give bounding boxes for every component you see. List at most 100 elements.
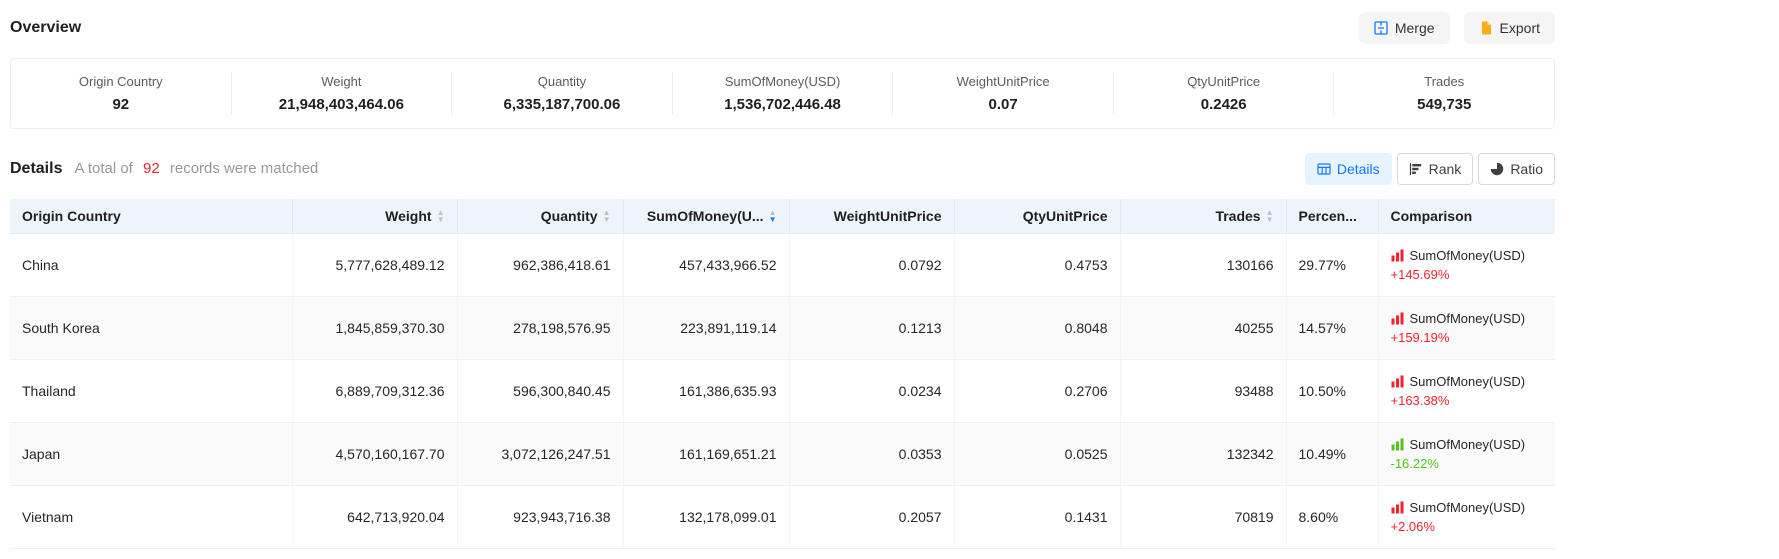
cell-trades: 40255: [1120, 297, 1286, 360]
cell-origin-country: China: [10, 234, 292, 297]
column-label: Trades: [1215, 208, 1260, 224]
comparison-metric: SumOfMoney(USD): [1410, 437, 1526, 452]
cell-percent: 29.77%: [1286, 234, 1378, 297]
cell-sum-of-money: 457,433,966.52: [623, 234, 789, 297]
view-button-rank[interactable]: Rank: [1397, 153, 1474, 185]
stat-label: Weight: [240, 74, 444, 89]
stat-label: SumOfMoney(USD): [681, 74, 885, 89]
cell-qty-unit-price: 0.8048: [954, 297, 1120, 360]
cell-comparison: SumOfMoney(USD) -16.22%: [1378, 423, 1555, 486]
table-row[interactable]: Vietnam 642,713,920.04 923,943,716.38 13…: [10, 486, 1555, 549]
comparison-change: -16.22%: [1391, 456, 1544, 471]
view-button-details[interactable]: Details: [1305, 153, 1392, 185]
cell-origin-country: South Korea: [10, 297, 292, 360]
sorter-sum-of-money[interactable]: ▲ ▼: [769, 209, 777, 223]
cell-sum-of-money: 161,386,635.93: [623, 360, 789, 423]
stat-qty-unit-price: QtyUnitPrice 0.2426: [1114, 72, 1335, 115]
sorter-weight[interactable]: ▲ ▼: [437, 209, 445, 223]
cell-origin-country: Thailand: [10, 360, 292, 423]
column-header-trades[interactable]: Trades ▲ ▼: [1120, 199, 1286, 234]
table-row[interactable]: Japan 4,570,160,167.70 3,072,126,247.51 …: [10, 423, 1555, 486]
cell-qty-unit-price: 0.2706: [954, 360, 1120, 423]
cell-quantity: 3,072,126,247.51: [457, 423, 623, 486]
cell-weight: 1,845,859,370.30: [292, 297, 457, 360]
table-row[interactable]: Thailand 6,889,709,312.36 596,300,840.45…: [10, 360, 1555, 423]
cell-percent: 14.57%: [1286, 297, 1378, 360]
view-switcher: Details Rank: [1305, 153, 1555, 185]
cell-sum-of-money: 223,891,119.14: [623, 297, 789, 360]
comparison-change: +145.69%: [1391, 267, 1544, 282]
stat-value: 1,536,702,446.48: [681, 96, 885, 113]
column-label: WeightUnitPrice: [834, 208, 942, 224]
stat-label: Origin Country: [19, 74, 223, 89]
export-button[interactable]: Export: [1464, 12, 1555, 44]
details-bar: Details A total of 92 records were match…: [10, 153, 1555, 185]
rank-bars-icon: [1409, 162, 1423, 176]
bar-chart-icon: [1391, 249, 1404, 262]
topbar: Overview Merge Export: [10, 12, 1555, 44]
stat-value: 6,335,187,700.06: [460, 96, 664, 113]
table-row[interactable]: China 5,777,628,489.12 962,386,418.61 45…: [10, 234, 1555, 297]
column-header-quantity[interactable]: Quantity ▲ ▼: [457, 199, 623, 234]
comparison-metric: SumOfMoney(USD): [1410, 311, 1526, 326]
cell-comparison: SumOfMoney(USD) +163.38%: [1378, 360, 1555, 423]
cell-weight-unit-price: 0.2057: [789, 486, 954, 549]
sorter-trades[interactable]: ▲ ▼: [1266, 209, 1274, 223]
cell-trades: 70819: [1120, 486, 1286, 549]
stat-label: Quantity: [460, 74, 664, 89]
stat-sum-of-money: SumOfMoney(USD) 1,536,702,446.48: [673, 72, 894, 115]
cell-origin-country: Japan: [10, 423, 292, 486]
comparison-metric: SumOfMoney(USD): [1410, 248, 1526, 263]
cell-weight-unit-price: 0.1213: [789, 297, 954, 360]
view-button-label: Rank: [1429, 161, 1462, 177]
cell-trades: 93488: [1120, 360, 1286, 423]
cell-comparison: SumOfMoney(USD) +2.06%: [1378, 486, 1555, 549]
cell-quantity: 278,198,576.95: [457, 297, 623, 360]
caret-down-icon: ▼: [603, 216, 611, 223]
cell-sum-of-money: 161,169,651.21: [623, 423, 789, 486]
page: Overview Merge Export: [0, 0, 1565, 549]
cell-weight-unit-price: 0.0353: [789, 423, 954, 486]
stat-value: 0.2426: [1122, 96, 1326, 113]
bar-chart-icon: [1391, 312, 1404, 325]
sorter-quantity[interactable]: ▲ ▼: [603, 209, 611, 223]
cell-quantity: 962,386,418.61: [457, 234, 623, 297]
stat-value: 21,948,403,464.06: [240, 96, 444, 113]
stat-label: WeightUnitPrice: [901, 74, 1105, 89]
merge-button-label: Merge: [1395, 20, 1435, 36]
stat-weight: Weight 21,948,403,464.06: [232, 72, 453, 115]
cell-quantity: 923,943,716.38: [457, 486, 623, 549]
overview-stats-card: Origin Country 92 Weight 21,948,403,464.…: [10, 58, 1555, 129]
details-title: Details: [10, 160, 62, 178]
details-table: Origin Country Weight ▲ ▼ Quantity: [10, 199, 1555, 549]
stat-origin-country: Origin Country 92: [11, 72, 232, 115]
stat-value: 549,735: [1342, 96, 1546, 113]
merge-button[interactable]: Merge: [1359, 12, 1450, 44]
stat-weight-unit-price: WeightUnitPrice 0.07: [893, 72, 1114, 115]
column-label: QtyUnitPrice: [1023, 208, 1108, 224]
bar-chart-icon: [1391, 501, 1404, 514]
table-row[interactable]: South Korea 1,845,859,370.30 278,198,576…: [10, 297, 1555, 360]
cell-quantity: 596,300,840.45: [457, 360, 623, 423]
column-header-sum-of-money[interactable]: SumOfMoney(U... ▲ ▼: [623, 199, 789, 234]
details-heading: Details A total of 92 records were match…: [10, 160, 318, 178]
bar-chart-icon: [1391, 438, 1404, 451]
cell-weight-unit-price: 0.0234: [789, 360, 954, 423]
comparison-metric: SumOfMoney(USD): [1410, 500, 1526, 515]
caret-down-icon: ▼: [1266, 216, 1274, 223]
column-label: Percen...: [1299, 208, 1357, 224]
page-title: Overview: [10, 19, 81, 37]
cell-trades: 130166: [1120, 234, 1286, 297]
stat-label: Trades: [1342, 74, 1546, 89]
cell-trades: 132342: [1120, 423, 1286, 486]
stat-quantity: Quantity 6,335,187,700.06: [452, 72, 673, 115]
stat-trades: Trades 549,735: [1334, 72, 1554, 115]
column-header-weight-unit-price: WeightUnitPrice: [789, 199, 954, 234]
column-header-qty-unit-price: QtyUnitPrice: [954, 199, 1120, 234]
column-header-weight[interactable]: Weight ▲ ▼: [292, 199, 457, 234]
export-button-label: Export: [1500, 20, 1540, 36]
caret-down-icon: ▼: [769, 216, 777, 223]
cell-weight-unit-price: 0.0792: [789, 234, 954, 297]
view-button-ratio[interactable]: Ratio: [1478, 153, 1555, 185]
column-label: Quantity: [541, 208, 598, 224]
